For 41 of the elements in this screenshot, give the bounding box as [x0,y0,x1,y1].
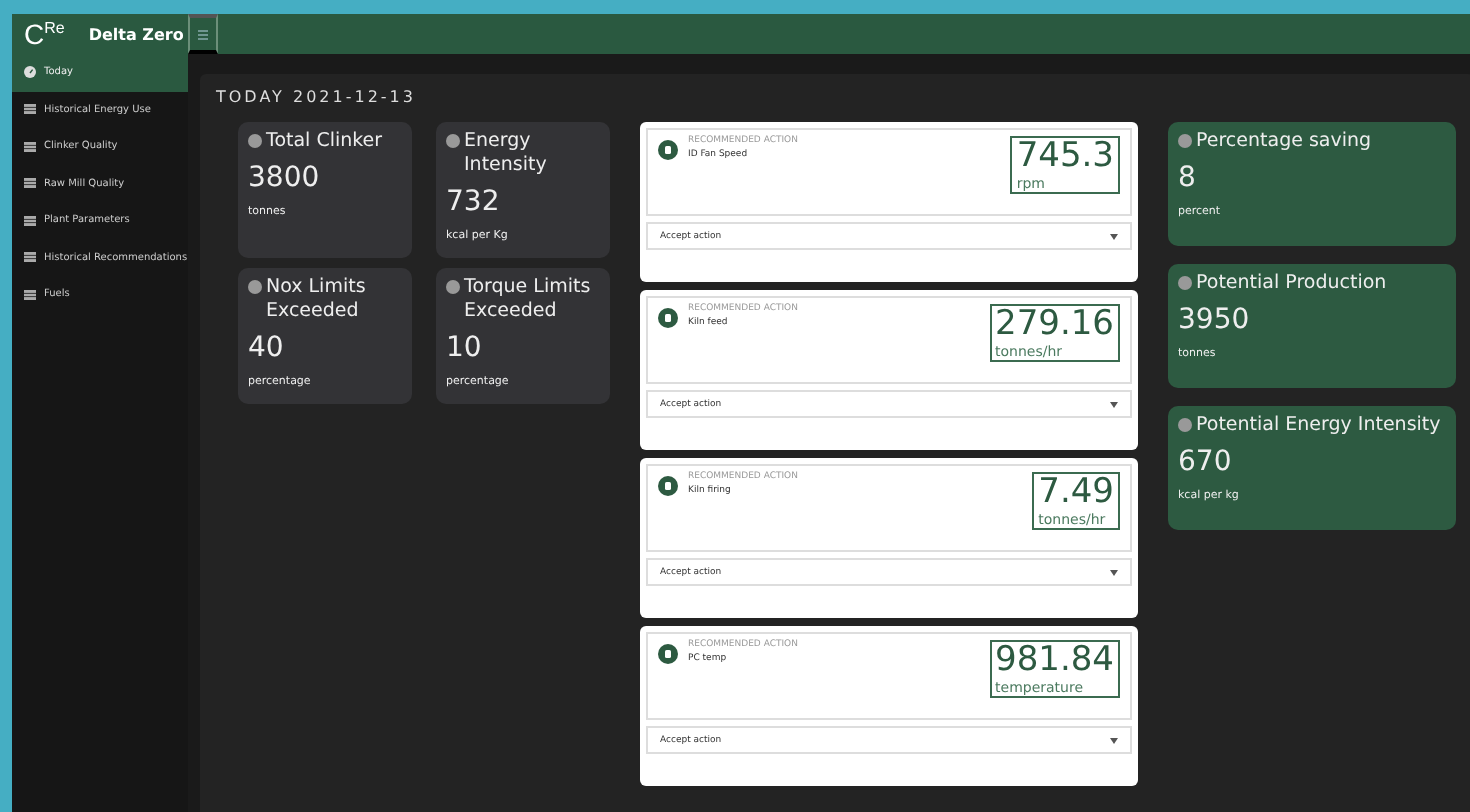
app-title: Delta Zero [88,25,184,43]
menu-toggle-button[interactable] [188,14,218,54]
metric-icon [248,134,262,148]
circle-icon [658,644,678,664]
circle-icon [658,476,678,496]
metric-title: Torque Limits Exceeded [464,275,593,323]
metric-title: Nox Limits Exceeded [266,275,368,323]
metric-title: Total Clinker [266,130,383,154]
caret-icon [1110,569,1118,575]
table-icon [24,104,36,115]
page-heading: TODAY 2021-12-13 [216,88,418,106]
metric-icon [446,279,460,294]
table-icon [24,141,36,152]
table-icon [24,289,36,300]
caret-icon [1110,737,1118,743]
metric-value: 3800 [248,161,322,194]
table-icon [24,215,36,226]
metric-title: Percentage saving [1196,130,1372,154]
metric-value: 8 [1178,161,1198,194]
metric-icon [248,279,262,294]
caret-icon [1110,401,1118,407]
metric-value: 10 [446,331,484,363]
metric-value: 732 [446,185,502,218]
gauge-icon [24,66,36,79]
metric-icon [1178,134,1192,148]
logo: C$^{Re}$ [24,18,65,50]
table-icon [24,178,36,189]
circle-icon [658,140,678,160]
metric-title: Potential Production [1196,272,1387,296]
metric-icon [446,134,460,148]
metric-title: Potential Energy Intensity [1196,414,1441,438]
table-icon [24,252,36,263]
metric-value: 3950 [1178,303,1252,336]
metric-icon [1178,276,1192,290]
caret-icon [1110,233,1118,239]
menu-icon [198,29,208,39]
metric-value: 670 [1178,445,1234,478]
metric-icon [1178,418,1192,432]
metric-title: Energy Intensity [464,130,549,178]
circle-icon [658,308,678,328]
metric-value: 40 [248,331,286,363]
